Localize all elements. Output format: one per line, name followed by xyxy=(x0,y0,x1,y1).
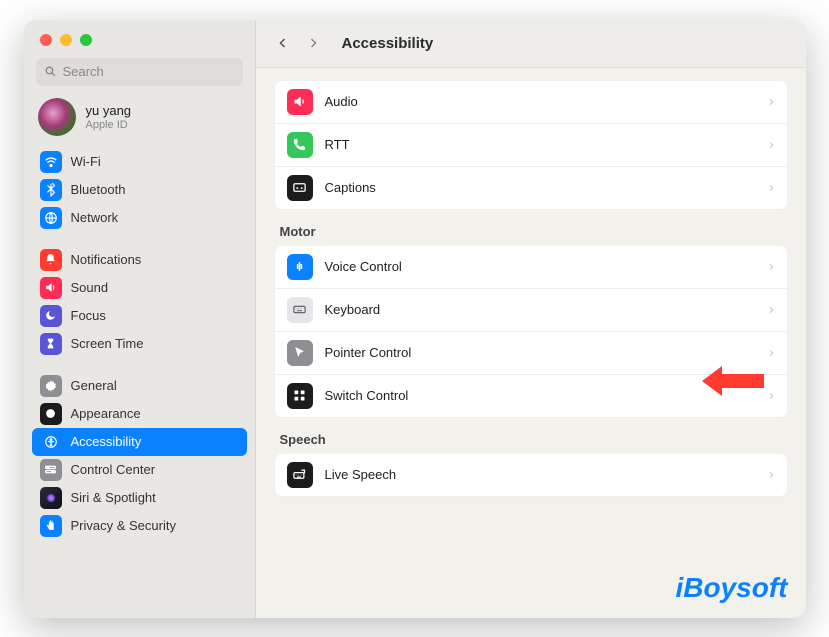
search-input[interactable] xyxy=(63,64,235,79)
sidebar-item-general[interactable]: General xyxy=(32,372,247,400)
sidebar-item-appearance[interactable]: Appearance xyxy=(32,400,247,428)
row-label: Live Speech xyxy=(325,467,755,482)
motor-section-title: Motor xyxy=(274,210,788,245)
sidebar-item-label: Siri & Spotlight xyxy=(71,490,156,505)
zoom-window-button[interactable] xyxy=(80,34,92,46)
wifi-icon xyxy=(40,151,62,173)
sidebar-item-label: Control Center xyxy=(71,462,156,477)
sidebar-item-siri[interactable]: Siri & Spotlight xyxy=(32,484,247,512)
avatar xyxy=(38,98,76,136)
search-field[interactable] xyxy=(36,58,243,86)
header: Accessibility xyxy=(256,20,806,68)
sidebar-item-focus[interactable]: Focus xyxy=(32,302,247,330)
speaker-icon xyxy=(287,89,313,115)
chevron-right-icon xyxy=(767,96,775,108)
speech-section-title: Speech xyxy=(274,418,788,453)
hand-icon xyxy=(40,515,62,537)
sidebar-item-label: Accessibility xyxy=(71,434,142,449)
sidebar-scroll[interactable]: Wi-Fi Bluetooth Network Notifications xyxy=(24,146,255,618)
sidebar-item-control-center[interactable]: Control Center xyxy=(32,456,247,484)
speech-group-card: Live Speech xyxy=(274,453,788,497)
user-name: yu yang xyxy=(86,103,132,118)
sidebar-item-screen-time[interactable]: Screen Time xyxy=(32,330,247,358)
sidebar-item-label: Network xyxy=(71,210,119,225)
moon-icon xyxy=(40,305,62,327)
user-subtitle: Apple ID xyxy=(86,119,132,131)
row-label: Voice Control xyxy=(325,259,755,274)
keyboard-icon xyxy=(287,297,313,323)
row-label: Audio xyxy=(325,94,755,109)
bluetooth-icon xyxy=(40,179,62,201)
sidebar: yu yang Apple ID Wi-Fi Bluetooth xyxy=(24,20,256,618)
apple-id-row[interactable]: yu yang Apple ID xyxy=(24,96,255,146)
sidebar-item-label: Screen Time xyxy=(71,336,144,351)
row-voice-control[interactable]: Voice Control xyxy=(275,246,787,288)
chevron-right-icon xyxy=(767,304,775,316)
sidebar-item-wifi[interactable]: Wi-Fi xyxy=(32,148,247,176)
sidebar-item-network[interactable]: Network xyxy=(32,204,247,232)
gear-icon xyxy=(40,375,62,397)
sidebar-item-accessibility[interactable]: Accessibility xyxy=(32,428,247,456)
appearance-icon xyxy=(40,403,62,425)
sidebar-item-notifications[interactable]: Notifications xyxy=(32,246,247,274)
chevron-right-icon xyxy=(767,261,775,273)
globe-icon xyxy=(40,207,62,229)
content-scroll[interactable]: Audio RTT Captions xyxy=(256,68,806,618)
sidebar-item-label: General xyxy=(71,378,117,393)
grid-icon xyxy=(287,383,313,409)
row-switch-control[interactable]: Switch Control xyxy=(275,374,787,417)
row-rtt[interactable]: RTT xyxy=(275,123,787,166)
window-controls xyxy=(24,20,255,56)
close-window-button[interactable] xyxy=(40,34,52,46)
sidebar-item-label: Appearance xyxy=(71,406,141,421)
voice-icon xyxy=(287,254,313,280)
sidebar-item-label: Privacy & Security xyxy=(71,518,176,533)
motor-group-card: Voice Control Keyboard Pointer Control xyxy=(274,245,788,418)
cursor-icon xyxy=(287,340,313,366)
chevron-right-icon xyxy=(767,390,775,402)
page-title: Accessibility xyxy=(342,35,434,52)
chevron-right-icon xyxy=(767,347,775,359)
sidebar-item-label: Focus xyxy=(71,308,106,323)
chevron-right-icon xyxy=(767,182,775,194)
captions-icon xyxy=(287,175,313,201)
sidebar-item-label: Notifications xyxy=(71,252,142,267)
row-label: Keyboard xyxy=(325,302,755,317)
row-live-speech[interactable]: Live Speech xyxy=(275,454,787,496)
phone-icon xyxy=(287,132,313,158)
siri-icon xyxy=(40,487,62,509)
back-button[interactable] xyxy=(270,30,296,56)
row-label: Switch Control xyxy=(325,388,755,403)
row-pointer-control[interactable]: Pointer Control xyxy=(275,331,787,374)
row-label: RTT xyxy=(325,137,755,152)
watermark: iBoysoft xyxy=(676,572,788,604)
row-keyboard[interactable]: Keyboard xyxy=(275,288,787,331)
search-icon xyxy=(44,65,57,78)
settings-window: yu yang Apple ID Wi-Fi Bluetooth xyxy=(24,20,806,618)
row-label: Pointer Control xyxy=(325,345,755,360)
sidebar-item-bluetooth[interactable]: Bluetooth xyxy=(32,176,247,204)
keyboard-bubble-icon xyxy=(287,462,313,488)
row-audio[interactable]: Audio xyxy=(275,81,787,123)
chevron-right-icon xyxy=(767,139,775,151)
forward-button[interactable] xyxy=(300,30,326,56)
hourglass-icon xyxy=(40,333,62,355)
toggles-icon xyxy=(40,459,62,481)
sidebar-item-label: Bluetooth xyxy=(71,182,126,197)
chevron-right-icon xyxy=(767,469,775,481)
sidebar-item-label: Sound xyxy=(71,280,109,295)
row-label: Captions xyxy=(325,180,755,195)
sidebar-item-privacy[interactable]: Privacy & Security xyxy=(32,512,247,540)
accessibility-icon xyxy=(40,431,62,453)
row-captions[interactable]: Captions xyxy=(275,166,787,209)
sidebar-item-sound[interactable]: Sound xyxy=(32,274,247,302)
main-pane: Accessibility Audio RTT xyxy=(256,20,806,618)
bell-icon xyxy=(40,249,62,271)
hearing-group-card: Audio RTT Captions xyxy=(274,80,788,210)
speaker-icon xyxy=(40,277,62,299)
sidebar-item-label: Wi-Fi xyxy=(71,154,101,169)
minimize-window-button[interactable] xyxy=(60,34,72,46)
